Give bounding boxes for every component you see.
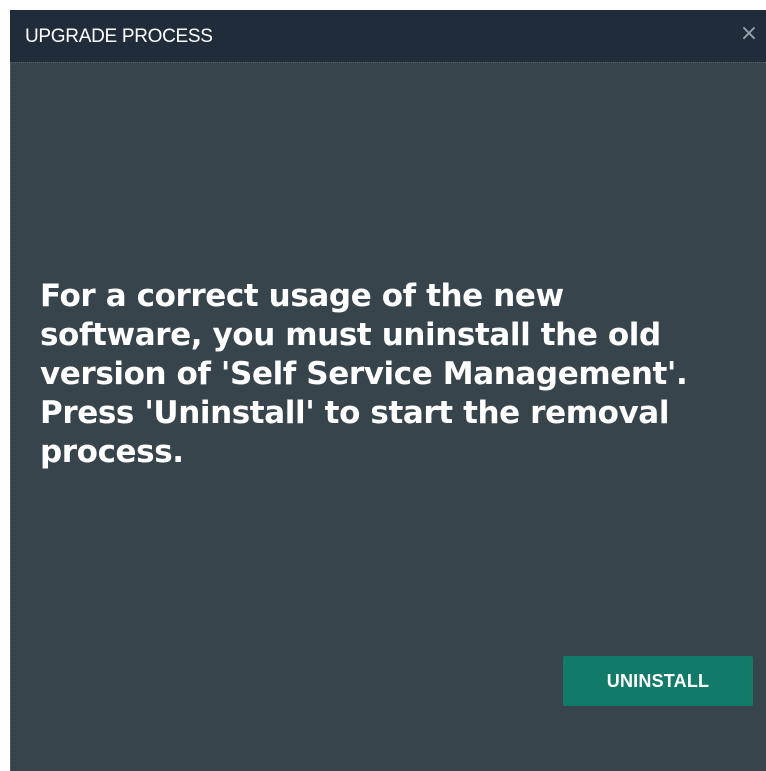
message-line-5: process. <box>40 434 184 470</box>
message-line-2: software, you must uninstall the old <box>40 317 661 353</box>
close-icon[interactable]: × <box>736 21 762 47</box>
dialog-message: For a correct usage of the new software,… <box>40 277 755 472</box>
uninstall-button[interactable]: UNINSTALL <box>563 656 753 706</box>
upgrade-dialog: UPGRADE PROCESS × For a correct usage of… <box>10 10 766 771</box>
message-line-1: For a correct usage of the new <box>40 278 564 314</box>
message-line-4: Press 'Uninstall' to start the removal <box>40 395 670 431</box>
dialog-title: UPGRADE PROCESS <box>25 26 213 47</box>
dialog-titlebar: UPGRADE PROCESS × <box>10 10 766 62</box>
message-line-3: version of 'Self Service Management'. <box>40 356 688 392</box>
